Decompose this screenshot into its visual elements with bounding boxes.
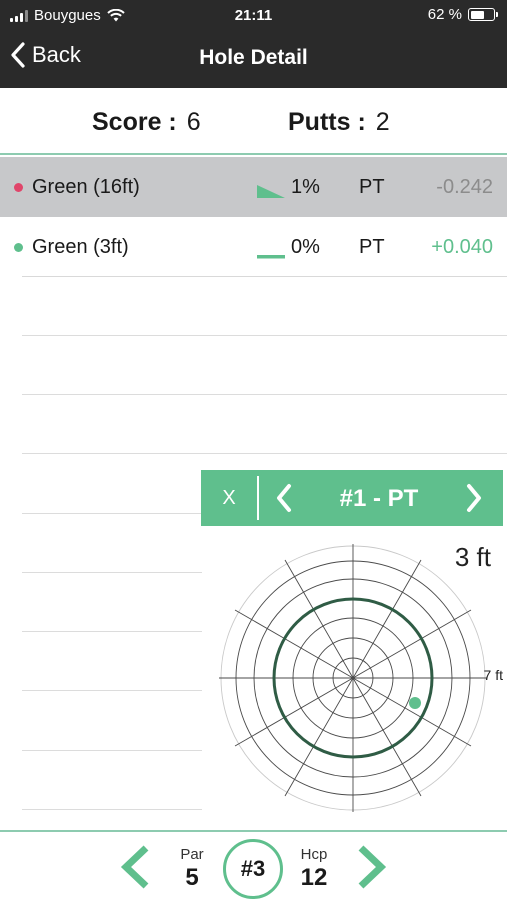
target-rings: [219, 544, 487, 812]
ball-position-marker: [409, 697, 421, 709]
list-divider: [22, 572, 202, 573]
shot-nav-divider: [257, 476, 259, 520]
putt-target-diagram: 3 ft 7 ft: [205, 530, 507, 830]
putts-value: 2: [375, 108, 390, 136]
flat-slope-icon: [257, 255, 285, 259]
score-summary: Score : 6 Putts : 2: [0, 88, 507, 155]
shot-dot: [14, 243, 23, 252]
shot-slope: 0%: [291, 236, 320, 258]
score-label: Score :: [92, 108, 177, 136]
shot-row[interactable]: Green (3ft) 0% PT +0.040: [0, 217, 507, 277]
previous-hole-button[interactable]: [118, 844, 154, 890]
list-divider: [22, 513, 202, 514]
ring-distance-label: 7 ft: [483, 667, 503, 683]
par-stat: Par 5: [167, 846, 217, 892]
page-title: Hole Detail: [199, 46, 308, 69]
shot-title: #1 - PT: [339, 485, 419, 512]
putts-block: Putts : 2: [288, 108, 390, 137]
shot-label: Green (3ft): [32, 236, 129, 258]
list-divider: [22, 809, 202, 810]
score-value: 6: [186, 108, 201, 136]
next-hole-button[interactable]: [353, 844, 389, 890]
par-label: Par: [180, 846, 204, 863]
score-block: Score : 6: [92, 108, 201, 137]
putts-label: Putts :: [288, 108, 366, 136]
shot-club: PT: [359, 236, 385, 258]
status-bar: Bouygues 21:11 62 %: [0, 0, 507, 30]
battery-status: 62 %: [427, 6, 498, 23]
shot-nav-bar: X #1 - PT: [201, 470, 503, 526]
shot-strokes-gained: -0.242: [436, 176, 493, 198]
hcp-value: 12: [300, 864, 328, 891]
close-button[interactable]: X: [201, 470, 257, 526]
previous-shot-button[interactable]: [265, 478, 305, 518]
shot-label: Green (16ft): [32, 176, 140, 198]
hole-nav-bar: Par 5 #3 Hcp 12: [0, 830, 507, 900]
list-divider: [22, 750, 202, 751]
row-divider: [22, 276, 507, 277]
list-divider: [22, 453, 507, 454]
hcp-stat: Hcp 12: [289, 846, 339, 892]
shot-strokes-gained: +0.040: [431, 236, 493, 258]
list-divider: [22, 631, 202, 632]
hcp-label: Hcp: [300, 846, 328, 863]
hole-number[interactable]: #3: [223, 839, 283, 899]
next-shot-button[interactable]: [453, 478, 493, 518]
list-divider: [22, 690, 202, 691]
list-divider: [22, 335, 507, 336]
shot-dot: [14, 183, 23, 192]
slope-icon: [257, 185, 285, 198]
list-divider: [22, 394, 507, 395]
battery-percent: 62 %: [427, 6, 462, 23]
top-bar: Bouygues 21:11 62 % Back Hole Detail: [0, 0, 507, 88]
target-distance: 3 ft: [454, 542, 491, 572]
shot-slope: 1%: [291, 176, 320, 198]
battery-icon: [468, 8, 498, 21]
shot-club: PT: [359, 176, 385, 198]
nav-bar: Back Hole Detail: [0, 30, 507, 88]
par-value: 5: [185, 864, 199, 891]
shot-row[interactable]: Green (16ft) 1% PT -0.242: [0, 157, 507, 217]
